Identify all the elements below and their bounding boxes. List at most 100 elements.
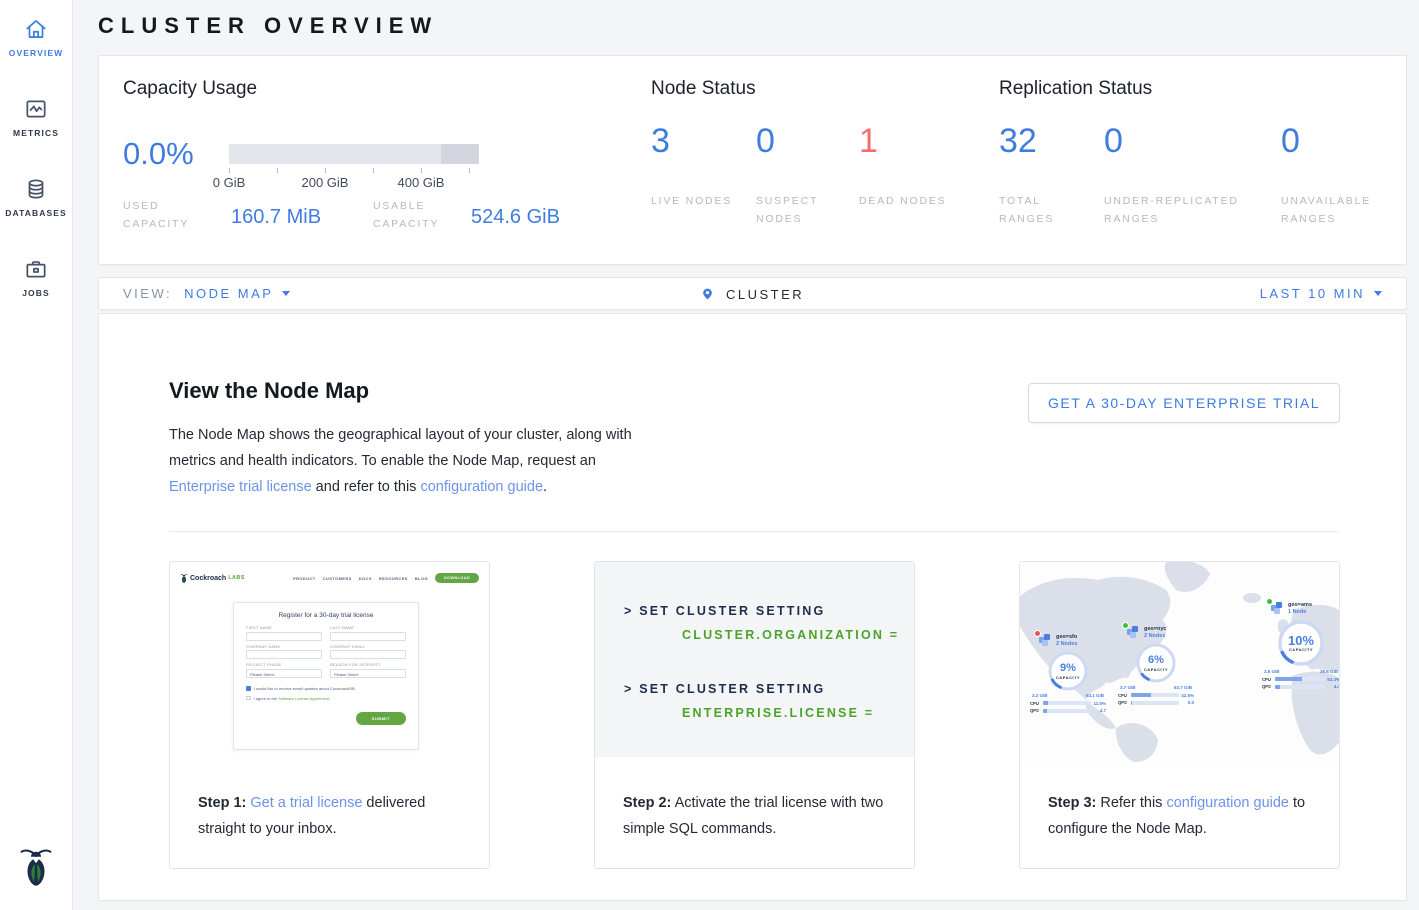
capacity-axis-tick <box>469 168 470 173</box>
cockroach-bug-icon <box>180 573 188 584</box>
map-node-widget-ams: geo=ams1 Node 10%CAPACITY 3.6 GiB36.6 Gi… <box>1262 602 1339 689</box>
capacity-axis-tick <box>277 168 278 173</box>
chevron-down-icon <box>1374 291 1382 296</box>
minisite-nav-item: RESOURCES <box>379 576 408 581</box>
sidebar-item-label: METRICS <box>0 128 72 138</box>
sql-command: SET CLUSTER SETTING <box>639 604 825 618</box>
jobs-icon <box>23 256 49 282</box>
dead-nodes-value: 1 <box>859 122 878 161</box>
promo-text-2: and refer to this <box>312 479 421 495</box>
chevron-down-icon <box>282 291 290 296</box>
map-node-widget-nyc: geo=nyc2 Nodes 6%CAPACITY 3.7 GiB63.7 Gi… <box>1118 626 1194 705</box>
step-3-card: geo=sfo2 Nodes 9%CAPACITY 3.2 GiB53.1 Gi… <box>1019 561 1340 869</box>
location-pin-icon <box>701 286 714 302</box>
node-map-panel: View the Node Map The Node Map shows the… <box>98 313 1407 901</box>
minisite-logo-suffix: LABS <box>228 575 245 581</box>
sql-prompt: > <box>624 682 634 696</box>
capacity-axis-tick <box>229 168 230 173</box>
enterprise-trial-license-link[interactable]: Enterprise trial license <box>169 479 312 495</box>
sql-setting-license: ENTERPRISE.LICENSE = <box>682 706 874 720</box>
sidebar-item-databases[interactable]: DATABASES <box>0 176 72 218</box>
map-node-widget-sfo: geo=sfo2 Nodes 9%CAPACITY 3.2 GiB53.1 Gi… <box>1030 634 1106 713</box>
sql-setting-organization: CLUSTER.ORGANIZATION = <box>682 628 899 642</box>
sidebar-item-metrics[interactable]: METRICS <box>0 96 72 138</box>
time-range-selector[interactable]: LAST 10 MIN <box>1260 286 1382 301</box>
page-title: CLUSTER OVERVIEW <box>98 13 438 39</box>
replication-status-title: Replication Status <box>999 78 1152 100</box>
step-1-caption: Step 1: Get a trial license delivered st… <box>198 790 469 842</box>
minisite-nav-item: PRODUCT <box>293 576 316 581</box>
trial-license-form: Register for a 30-day trial license FIRS… <box>233 602 419 750</box>
live-nodes-label: LIVE NODES <box>651 192 741 210</box>
node-cube-icon <box>1126 626 1140 639</box>
checkbox-unchecked <box>246 696 251 701</box>
sidebar-item-jobs[interactable]: JOBS <box>0 256 72 298</box>
view-bar: VIEW: NODE MAP CLUSTER LAST 10 MIN <box>98 277 1407 310</box>
capacity-axis-tick <box>373 168 374 173</box>
checkbox-checked <box>246 686 251 691</box>
get-trial-license-link[interactable]: Get a trial license <box>250 795 362 811</box>
step-prefix: Step 3: <box>1048 795 1096 811</box>
cockroach-logo <box>0 845 72 894</box>
form-field-label: PROJECT PHASE <box>246 663 322 667</box>
under-replicated-ranges-value: 0 <box>1104 122 1123 161</box>
suspect-nodes-value: 0 <box>756 122 775 161</box>
minisite-nav-item: BLOG <box>415 576 428 581</box>
cluster-label: CLUSTER <box>726 287 804 302</box>
capacity-usage-title: Capacity Usage <box>123 78 257 100</box>
cluster-summary-card: Capacity Usage 0.0% 0 GiB 200 GiB 400 Gi… <box>98 55 1407 265</box>
total-ranges-value: 32 <box>999 122 1037 161</box>
view-dropdown-value[interactable]: NODE MAP <box>184 286 273 301</box>
live-nodes-value: 3 <box>651 122 670 161</box>
view-selector[interactable]: VIEW: NODE MAP <box>123 286 290 301</box>
node-cube-icon <box>1270 602 1284 615</box>
form-select: Please Select <box>330 669 406 678</box>
sidebar-item-overview[interactable]: OVERVIEW <box>0 16 72 58</box>
form-field-label: COMPANY EMAIL <box>330 645 406 649</box>
section-divider <box>169 531 1339 532</box>
enterprise-trial-button[interactable]: GET A 30-DAY ENTERPRISE TRIAL <box>1028 383 1340 423</box>
capacity-bar <box>229 144 479 164</box>
sql-prompt: > <box>624 604 634 618</box>
capacity-used-percent: 0.0% <box>123 136 194 172</box>
databases-icon <box>23 176 49 202</box>
configuration-guide-link[interactable]: configuration guide <box>420 479 543 495</box>
form-input <box>246 632 322 641</box>
suspect-nodes-label: SUSPECT NODES <box>756 192 846 228</box>
form-input <box>246 650 322 659</box>
sql-command: SET CLUSTER SETTING <box>639 682 825 696</box>
cockroachdb-admin-console: OVERVIEW METRICS DATABASES JOBS <box>0 0 1419 910</box>
capacity-axis-label: 400 GiB <box>398 175 445 190</box>
minisite-logo: Cockroach LABS <box>180 573 245 584</box>
metrics-icon <box>23 96 49 122</box>
configuration-guide-link[interactable]: configuration guide <box>1166 795 1289 811</box>
used-capacity-value: 160.7 MiB <box>231 206 321 229</box>
unavailable-ranges-value: 0 <box>1281 122 1300 161</box>
capacity-gauge: 6%CAPACITY <box>1135 642 1177 684</box>
form-input <box>330 632 406 641</box>
node-status-title: Node Status <box>651 78 756 100</box>
minisite-download-button: DOWNLOAD <box>435 573 479 583</box>
step-2-card: > SET CLUSTER SETTING CLUSTER.ORGANIZATI… <box>594 561 915 869</box>
minisite-nav-item: DOCS <box>359 576 372 581</box>
capacity-gauge: 10%CAPACITY <box>1276 618 1326 668</box>
sidebar-item-label: DATABASES <box>0 208 72 218</box>
capacity-gauge: 9%CAPACITY <box>1047 650 1089 692</box>
step-2-caption: Step 2: Activate the trial license with … <box>623 790 894 842</box>
sidebar: OVERVIEW METRICS DATABASES JOBS <box>0 0 73 910</box>
step-prefix: Step 2: <box>623 795 671 811</box>
promo-text-1: The Node Map shows the geographical layo… <box>169 427 632 469</box>
node-status-dot-live <box>1122 622 1129 629</box>
sidebar-item-label: JOBS <box>0 288 72 298</box>
sql-commands-block: > SET CLUSTER SETTING CLUSTER.ORGANIZATI… <box>595 562 914 757</box>
trial-form-title: Register for a 30-day trial license <box>246 612 406 619</box>
form-field-label: COMPANY NAME <box>246 645 322 649</box>
promo-text-3: . <box>543 479 547 495</box>
breadcrumb-cluster: CLUSTER <box>99 286 1406 302</box>
under-replicated-ranges-label: UNDER-REPLICATED RANGES <box>1104 192 1274 228</box>
cockroach-bug-icon <box>19 845 53 889</box>
time-range-value: LAST 10 MIN <box>1260 286 1365 301</box>
node-status-dot-dead <box>1034 630 1041 637</box>
used-capacity-label: USED CAPACITY <box>123 197 213 233</box>
home-icon <box>23 16 49 42</box>
